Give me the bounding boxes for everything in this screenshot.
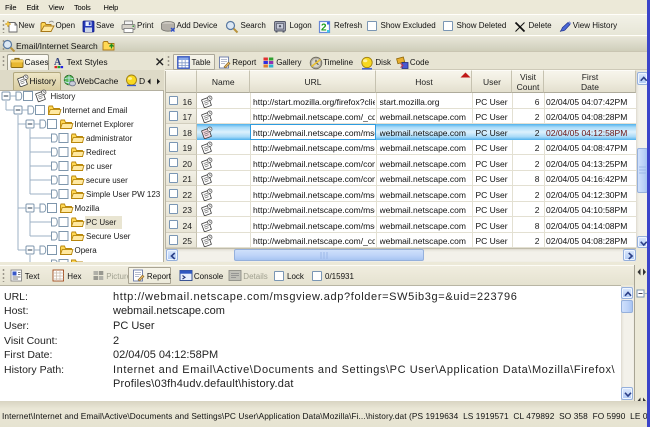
svg-text:2: 2 <box>321 23 327 34</box>
